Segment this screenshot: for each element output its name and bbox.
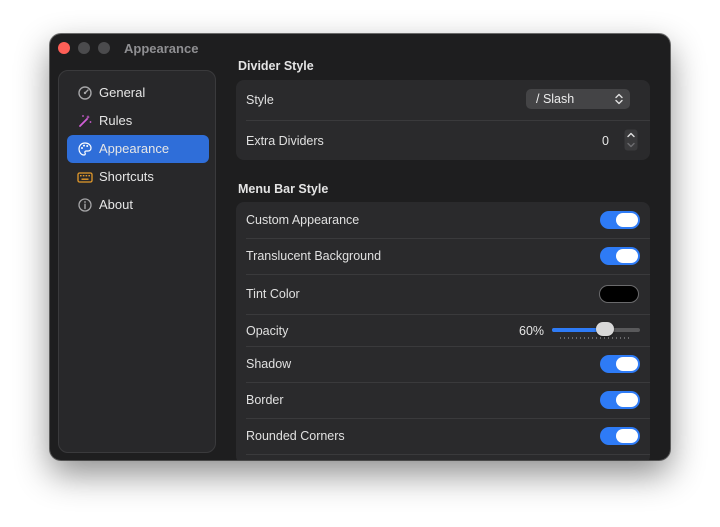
settings-content: Divider Style Style / Slash Extra Divide… bbox=[236, 59, 656, 460]
sidebar-item-rules[interactable]: Rules bbox=[67, 107, 209, 135]
sidebar-item-about[interactable]: About bbox=[67, 191, 209, 219]
extra-dividers-stepper[interactable] bbox=[624, 129, 638, 151]
gauge-icon bbox=[78, 86, 92, 100]
sidebar-item-label: General bbox=[99, 85, 146, 100]
custom-appearance-row: Custom Appearance bbox=[236, 202, 650, 238]
style-row: Style / Slash bbox=[236, 80, 650, 120]
opacity-value: 60% bbox=[519, 324, 545, 338]
sidebar-item-shortcuts[interactable]: Shortcuts bbox=[67, 163, 209, 191]
divider bbox=[246, 454, 650, 455]
palette-icon bbox=[78, 142, 92, 156]
keyboard-icon bbox=[77, 172, 93, 183]
menu-bar-style-group: Custom Appearance Translucent Background… bbox=[236, 202, 650, 460]
border-toggle[interactable] bbox=[600, 391, 640, 409]
minimize-button[interactable] bbox=[78, 42, 90, 54]
custom-appearance-label: Custom Appearance bbox=[246, 213, 360, 227]
opacity-row: Opacity 60% bbox=[236, 314, 650, 346]
sidebar-item-label: Shortcuts bbox=[99, 169, 154, 184]
rounded-corners-label: Rounded Corners bbox=[246, 429, 345, 443]
sidebar-item-general[interactable]: General bbox=[67, 79, 209, 107]
extra-dividers-value: 0 bbox=[602, 134, 609, 148]
tint-color-row: Tint Color bbox=[236, 274, 650, 314]
translucent-background-toggle[interactable] bbox=[600, 247, 640, 265]
title-bar: Appearance bbox=[50, 34, 670, 62]
opacity-label: Opacity bbox=[246, 324, 289, 338]
opacity-slider[interactable] bbox=[552, 322, 640, 336]
sidebar-item-label: About bbox=[99, 197, 133, 212]
sidebar-item-label: Rules bbox=[99, 113, 133, 128]
section-title-divider-style: Divider Style bbox=[238, 59, 314, 73]
chevron-up-down-icon bbox=[615, 93, 623, 105]
shadow-toggle[interactable] bbox=[600, 355, 640, 373]
sidebar: General Rules Appearance Shortcuts About bbox=[58, 70, 216, 453]
shadow-row: Shadow bbox=[236, 346, 650, 382]
opacity-slider-ticks bbox=[560, 337, 632, 339]
opacity-slider-knob[interactable] bbox=[595, 322, 614, 336]
info-icon bbox=[78, 198, 92, 212]
magic-wand-icon bbox=[79, 115, 92, 127]
shadow-label: Shadow bbox=[246, 357, 292, 371]
zoom-button[interactable] bbox=[98, 42, 110, 54]
sidebar-item-label: Appearance bbox=[99, 141, 170, 156]
border-row: Border bbox=[236, 382, 650, 418]
rounded-corners-row: Rounded Corners bbox=[236, 418, 650, 454]
window-title: Appearance bbox=[124, 41, 199, 56]
translucent-background-label: Translucent Background bbox=[246, 249, 382, 263]
rounded-corners-toggle[interactable] bbox=[600, 427, 640, 445]
section-title-menu-bar-style: Menu Bar Style bbox=[238, 182, 329, 196]
tint-color-label: Tint Color bbox=[246, 287, 300, 301]
border-label: Border bbox=[246, 393, 284, 407]
extra-dividers-row: Extra Dividers 0 bbox=[236, 120, 650, 160]
translucent-background-row: Translucent Background bbox=[236, 238, 650, 274]
sidebar-item-appearance[interactable]: Appearance bbox=[67, 135, 209, 163]
style-popup-button[interactable]: / Slash bbox=[526, 89, 630, 109]
divider-style-group: Style / Slash Extra Dividers 0 bbox=[236, 80, 650, 160]
style-popup-value: / Slash bbox=[536, 92, 575, 106]
custom-appearance-toggle[interactable] bbox=[600, 211, 640, 229]
style-label: Style bbox=[246, 93, 274, 107]
tint-color-well[interactable] bbox=[599, 285, 639, 303]
extra-dividers-label: Extra Dividers bbox=[246, 134, 324, 148]
close-button[interactable] bbox=[58, 42, 70, 54]
settings-window: Appearance General Rules Appearance Shor… bbox=[50, 34, 670, 460]
